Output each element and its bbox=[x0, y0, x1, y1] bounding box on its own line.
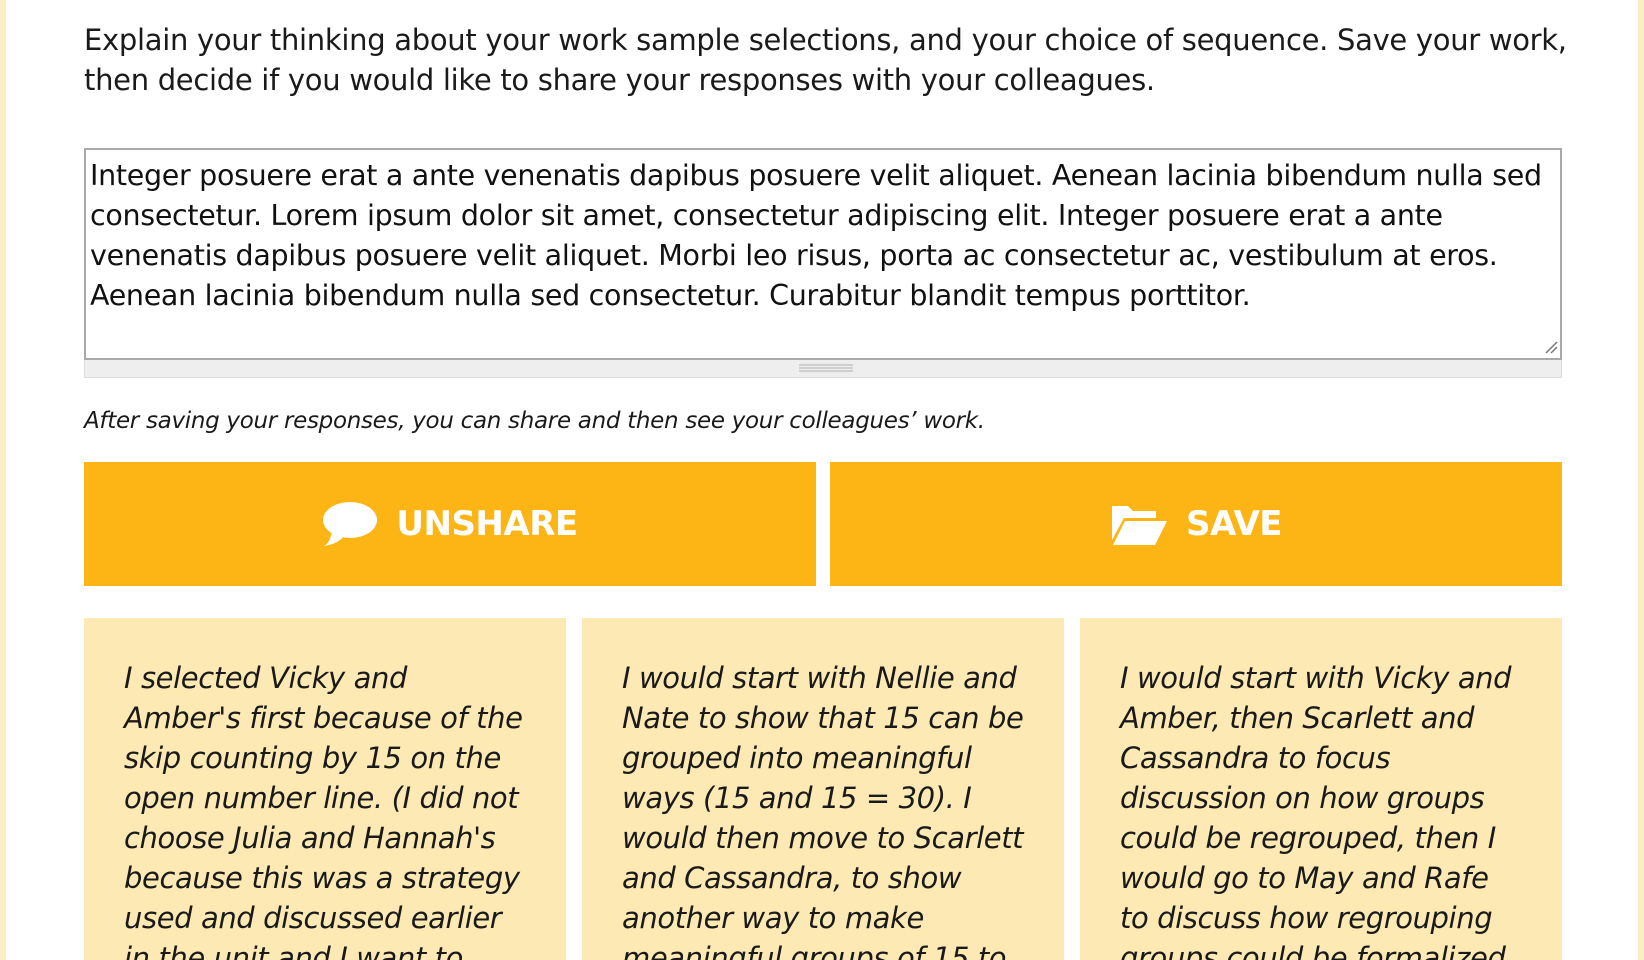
page-right-border bbox=[1638, 0, 1644, 960]
colleague-response-card: I would start with Vicky and Amber, then… bbox=[1080, 618, 1562, 960]
unshare-label: UNSHARE bbox=[396, 504, 578, 544]
page-left-border bbox=[0, 0, 6, 960]
folder-open-icon bbox=[1110, 502, 1168, 546]
share-note: After saving your responses, you can sha… bbox=[84, 408, 985, 434]
colleague-responses: I selected Vicky and Amber's first becau… bbox=[84, 618, 1562, 960]
speech-bubble-icon bbox=[322, 501, 378, 547]
instructions-text: Explain your thinking about your work sa… bbox=[84, 23, 1567, 97]
response-textarea[interactable]: Integer posuere erat a ante venenatis da… bbox=[84, 148, 1562, 360]
resize-handle-icon[interactable] bbox=[1544, 340, 1558, 354]
colleague-response-text: I selected Vicky and Amber's first becau… bbox=[124, 661, 523, 960]
grip-lines-icon bbox=[799, 364, 853, 372]
page: Explain your thinking about your work sa… bbox=[0, 0, 1644, 960]
unshare-button[interactable]: UNSHARE bbox=[84, 462, 816, 586]
colleague-response-card: I would start with Nellie and Nate to sh… bbox=[582, 618, 1064, 960]
save-button[interactable]: SAVE bbox=[830, 462, 1562, 586]
response-editor: Integer posuere erat a ante venenatis da… bbox=[84, 148, 1562, 380]
colleague-response-text: I would start with Vicky and Amber, then… bbox=[1120, 661, 1512, 960]
colleague-response-text: I would start with Nellie and Nate to sh… bbox=[622, 661, 1024, 960]
textarea-grippie[interactable] bbox=[84, 360, 1562, 378]
save-label: SAVE bbox=[1185, 504, 1283, 544]
colleague-response-card: I selected Vicky and Amber's first becau… bbox=[84, 618, 566, 960]
